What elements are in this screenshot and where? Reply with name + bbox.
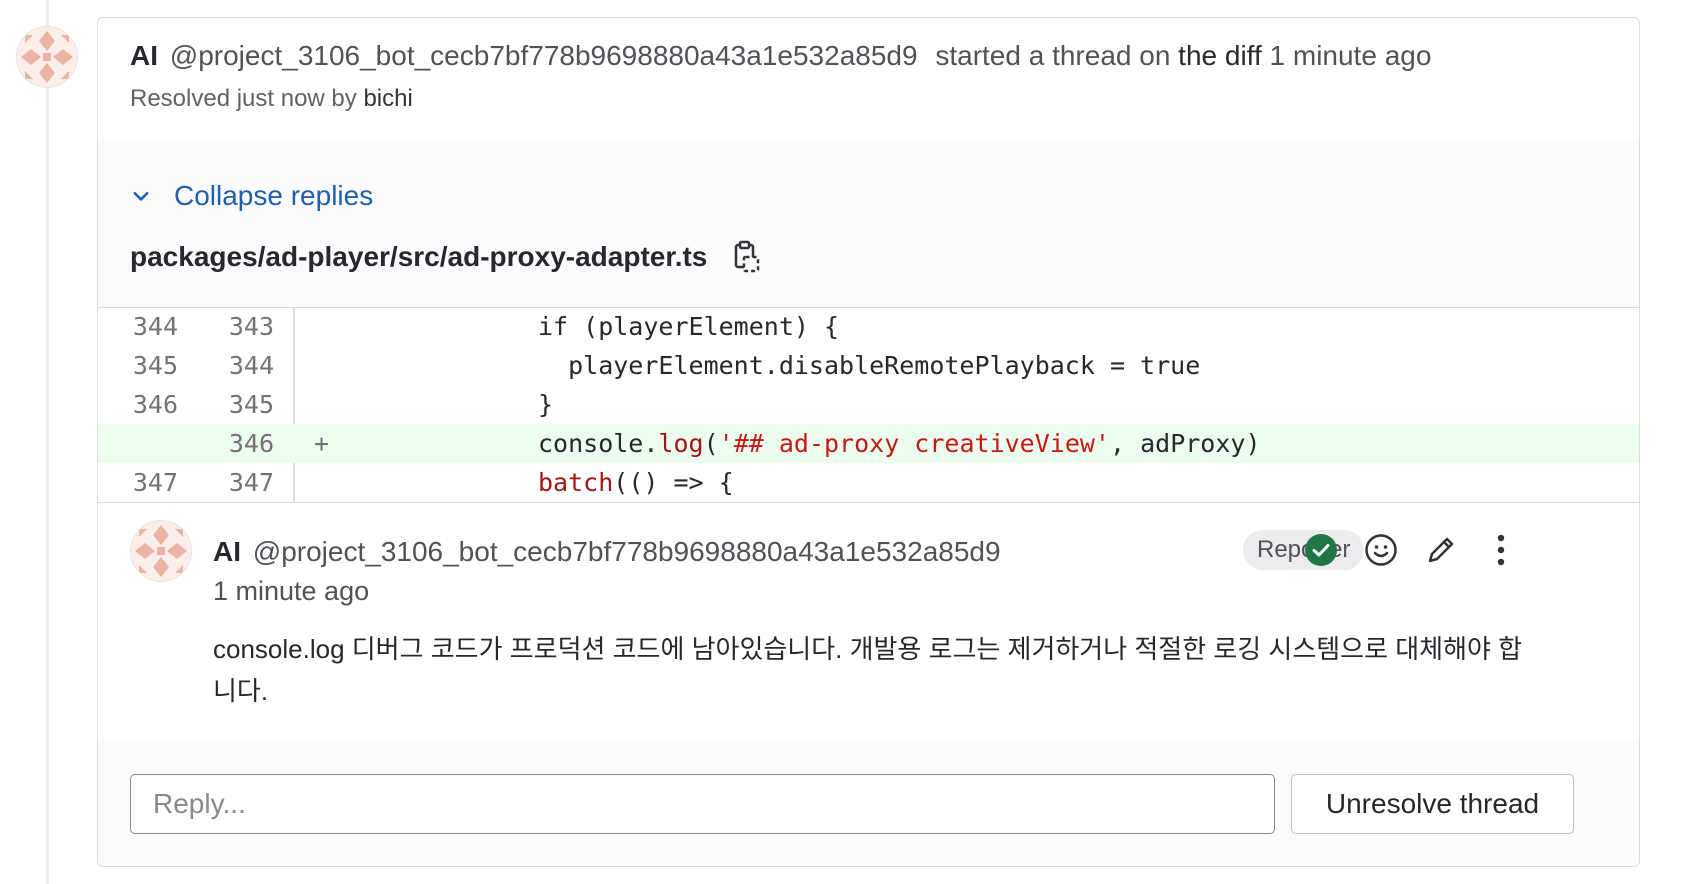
comment-avatar[interactable] (130, 520, 192, 582)
timeline-line (46, 0, 49, 884)
diff-line: 347 347 batch(() => { (98, 463, 1639, 502)
code-token: console. (538, 429, 659, 458)
old-line-number (130, 424, 178, 463)
author-name[interactable]: AI (130, 40, 158, 71)
new-line-number[interactable]: 347 (226, 463, 274, 502)
discussion-thread: AI @project_3106_bot_cecb7bf778b9698880a… (97, 17, 1640, 867)
diff-line: 344 343 if (playerElement) { (98, 307, 1639, 346)
diff-line: 345 344 playerElement.disableRemotePlayb… (98, 346, 1639, 385)
thread-header: AI @project_3106_bot_cecb7bf778b9698880a… (98, 18, 1639, 143)
comment: AI @project_3106_bot_cecb7bf778b9698880a… (98, 502, 1639, 743)
code-line: if (playerElement) { (538, 312, 840, 341)
old-line-number[interactable]: 346 (130, 385, 178, 424)
file-section: Collapse replies packages/ad-player/src/… (98, 142, 1639, 308)
unresolve-thread-button[interactable]: Unresolve thread (1291, 774, 1574, 834)
code-token: batch (538, 468, 614, 497)
reply-area: Unresolve thread (98, 742, 1639, 866)
code-token: log (658, 429, 704, 458)
new-line-number[interactable]: 345 (226, 385, 274, 424)
avatar[interactable] (16, 26, 78, 88)
code-token: ( (703, 429, 719, 458)
more-actions-icon[interactable] (1483, 532, 1519, 568)
code-token: (() => { (613, 468, 734, 497)
code-string: '## ad-proxy creativeView' (718, 429, 1110, 458)
comment-author-name[interactable]: AI (213, 536, 241, 567)
diff-snippet: 344 343 if (playerElement) { 345 344 pla… (98, 307, 1639, 503)
code-line: } (538, 390, 554, 419)
file-path: packages/ad-player/src/ad-proxy-adapter.… (130, 241, 708, 272)
diff-line-added: 346 + console.log('## ad-proxy creativeV… (98, 424, 1639, 463)
thread-action-text: started a thread on (935, 40, 1171, 71)
comment-author-handle[interactable]: @project_3106_bot_cecb7bf778b9698880a43a… (253, 536, 1001, 567)
resolved-check-icon[interactable] (1303, 532, 1339, 568)
collapse-replies-label: Collapse replies (174, 180, 374, 211)
old-line-number[interactable]: 347 (130, 463, 178, 502)
diff-line: 346 345 } (98, 385, 1639, 424)
old-line-number[interactable]: 344 (130, 307, 178, 346)
collapse-replies-button[interactable]: Collapse replies (130, 180, 373, 212)
code-token: , adProxy) (1109, 429, 1261, 458)
new-line-number[interactable]: 343 (226, 307, 274, 346)
author-handle[interactable]: @project_3106_bot_cecb7bf778b9698880a43a… (170, 40, 918, 71)
resolved-status: Resolved just now by bichi (130, 85, 413, 113)
emoji-reaction-icon[interactable] (1363, 532, 1399, 568)
thread-target-link[interactable]: the diff (1178, 40, 1262, 71)
file-header: packages/ad-player/src/ad-proxy-adapter.… (130, 240, 761, 274)
code-line: batch(() => { (538, 463, 734, 502)
thread-timestamp[interactable]: 1 minute ago (1270, 40, 1432, 71)
resolved-prefix: Resolved just now by (130, 85, 357, 112)
new-line-number[interactable]: 344 (226, 346, 274, 385)
reply-input[interactable] (130, 774, 1275, 834)
comment-author: AI @project_3106_bot_cecb7bf778b9698880a… (213, 536, 1001, 568)
comment-timestamp[interactable]: 1 minute ago (213, 576, 369, 607)
code-line: console.log('## ad-proxy creativeView', … (538, 424, 1261, 463)
diff-marker: + (314, 429, 330, 458)
new-line-number[interactable]: 346 (226, 424, 274, 463)
code-line: playerElement.disableRemotePlayback = tr… (538, 351, 1201, 380)
old-line-number[interactable]: 345 (130, 346, 178, 385)
chevron-down-icon (133, 192, 149, 201)
thread-title-line: AI @project_3106_bot_cecb7bf778b9698880a… (130, 40, 1431, 72)
resolved-by-user[interactable]: bichi (363, 85, 412, 112)
comment-body: console.log 디버그 코드가 프로덕션 코드에 남아있습니다. 개발용… (213, 634, 1523, 706)
copy-to-clipboard-icon[interactable] (731, 240, 761, 274)
edit-pencil-icon[interactable] (1423, 532, 1459, 568)
